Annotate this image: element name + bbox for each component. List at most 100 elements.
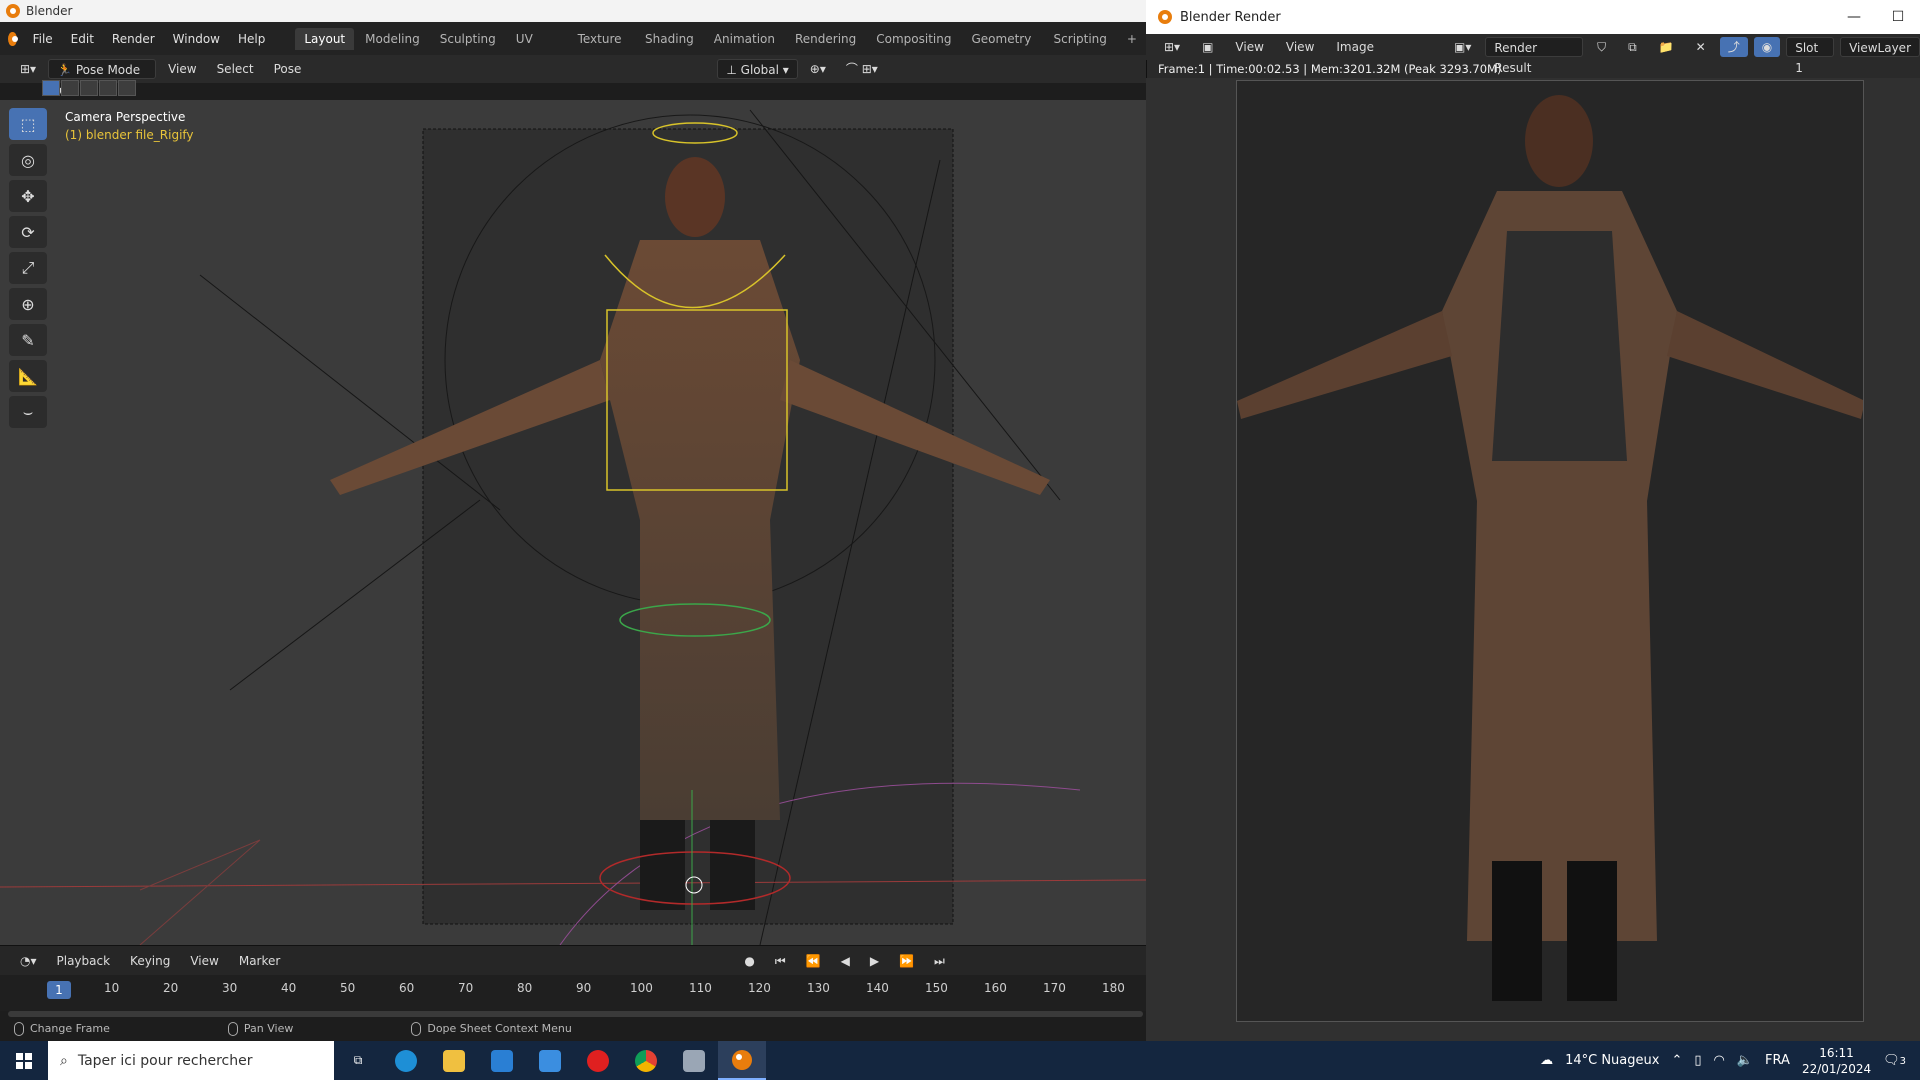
tab-modeling[interactable]: Modeling: [356, 28, 429, 50]
minimize-icon[interactable]: —: [1832, 0, 1876, 34]
cursor-tool-icon[interactable]: ◎: [9, 144, 47, 176]
blender-app[interactable]: [718, 1041, 766, 1080]
tab-uv-editing[interactable]: UV Editing: [507, 28, 567, 68]
tab-texture-paint[interactable]: Texture Paint: [569, 28, 634, 68]
tab-geometry-nodes[interactable]: Geometry Nodes: [962, 28, 1042, 68]
viewport-scene: [0, 109, 1146, 945]
sample-tool-icon[interactable]: ⤴: [1719, 37, 1748, 57]
camera-perspective-label: Camera Perspective: [65, 110, 186, 124]
system-tray: ☁ 14°C Nuageux ⌃ ▯ ◠ 🔈 FRA 16:11 22/01/2…: [1540, 1041, 1920, 1080]
store-app[interactable]: [478, 1041, 526, 1080]
keying-dropdown[interactable]: Keying: [122, 951, 178, 971]
edge-app[interactable]: [382, 1041, 430, 1080]
tab-layout[interactable]: Layout: [295, 27, 355, 50]
menu-help[interactable]: Help: [230, 28, 273, 50]
image-menu[interactable]: Image: [1328, 37, 1382, 57]
snap-icon[interactable]: ⌒ ⊞▾: [838, 59, 886, 79]
weather-text[interactable]: 14°C Nuageux: [1565, 1053, 1659, 1068]
slot-dropdown[interactable]: Slot 1: [1786, 37, 1835, 75]
playback-dropdown[interactable]: Playback: [49, 951, 119, 971]
overlay-icon[interactable]: ◉: [1753, 37, 1781, 57]
play-reverse-icon[interactable]: ◀: [833, 951, 858, 971]
image-editor-type-icon[interactable]: ⊞▾: [1156, 37, 1188, 57]
select-intersect-button[interactable]: [118, 80, 136, 96]
new-image-icon[interactable]: ⧉: [1620, 37, 1645, 57]
select-invert-button[interactable]: [99, 80, 117, 96]
select-subtract-button[interactable]: [80, 80, 98, 96]
menu-view[interactable]: View: [160, 59, 204, 79]
jump-start-icon[interactable]: ⏮: [767, 951, 794, 971]
timeline-view-menu[interactable]: View: [182, 951, 226, 971]
current-frame-indicator[interactable]: 1: [47, 981, 71, 999]
volume-icon[interactable]: 🔈: [1737, 1053, 1753, 1068]
clock[interactable]: 16:11 22/01/2024: [1802, 1045, 1871, 1077]
orientation-dropdown[interactable]: ⊥ Global ▾: [717, 59, 798, 79]
menu-select[interactable]: Select: [209, 59, 262, 79]
mode-dropdown[interactable]: 🏃 Pose Mode ▾: [48, 59, 157, 97]
tab-animation[interactable]: Animation: [705, 28, 784, 50]
mail-app[interactable]: [526, 1041, 574, 1080]
viewport-overlay-text: Camera Perspective (1) blender file_Rigi…: [65, 108, 194, 144]
blender-menu-icon[interactable]: [8, 31, 18, 46]
status-context-menu: Dope Sheet Context Menu: [411, 1022, 572, 1036]
notification-icon[interactable]: 🗨3: [1883, 1053, 1906, 1068]
next-key-icon[interactable]: ⏩: [891, 951, 922, 971]
tab-scripting[interactable]: Scripting: [1045, 28, 1116, 50]
view-layer-dropdown[interactable]: ViewLayer: [1840, 37, 1920, 57]
chrome-app[interactable]: [622, 1041, 670, 1080]
menu-file[interactable]: File: [25, 28, 61, 50]
add-workspace-button[interactable]: +: [1118, 28, 1146, 50]
menu-render[interactable]: Render: [104, 28, 163, 50]
timeline-marker-menu[interactable]: Marker: [231, 951, 288, 971]
tab-compositing[interactable]: Compositing: [867, 28, 960, 50]
unlink-image-icon[interactable]: ✕: [1688, 37, 1714, 57]
explorer-app[interactable]: [430, 1041, 478, 1080]
editor-type-icon[interactable]: ⊞▾: [12, 59, 44, 79]
measure-tool-icon[interactable]: 📐: [9, 360, 47, 392]
transform-tool-icon[interactable]: ⊕: [9, 288, 47, 320]
tray-chevron-icon[interactable]: ⌃: [1671, 1053, 1682, 1068]
jump-end-icon[interactable]: ⏭: [926, 951, 953, 971]
select-new-button[interactable]: [42, 80, 60, 96]
3d-viewport[interactable]: [0, 100, 1146, 945]
opera-app[interactable]: [574, 1041, 622, 1080]
render-result-field[interactable]: Render Result: [1485, 37, 1584, 75]
notification-count: 3: [1899, 1056, 1906, 1067]
start-button[interactable]: [0, 1041, 48, 1080]
annotate-tool-icon[interactable]: ✎: [9, 324, 47, 356]
scale-tool-icon[interactable]: ⤢: [9, 252, 47, 284]
image-mode-icon[interactable]: ▣: [1194, 37, 1221, 57]
open-image-icon[interactable]: 📁: [1651, 37, 1682, 57]
timeline-editor-icon[interactable]: ◔▾: [12, 951, 45, 971]
menu-window[interactable]: Window: [165, 28, 228, 50]
select-extend-button[interactable]: [61, 80, 79, 96]
task-view-button[interactable]: ⧉: [334, 1041, 382, 1080]
utility-app[interactable]: [670, 1041, 718, 1080]
record-icon[interactable]: ●: [736, 951, 762, 971]
pivot-icon[interactable]: ⊕▾: [802, 59, 834, 79]
view-dropdown[interactable]: View: [1227, 37, 1271, 57]
timeline-ruler[interactable]: 10 20 30 40 50 60 70 80 90 100 110 120 1…: [0, 975, 1146, 1011]
menu-pose[interactable]: Pose: [266, 59, 310, 79]
rotate-tool-icon[interactable]: ⟳: [9, 216, 47, 248]
menu-edit[interactable]: Edit: [63, 28, 102, 50]
fake-user-icon[interactable]: ⛉: [1589, 37, 1614, 57]
tick-110: 110: [689, 981, 712, 995]
clock-time: 16:11: [1819, 1045, 1854, 1060]
wifi-icon[interactable]: ◠: [1714, 1053, 1725, 1068]
select-box-tool-icon[interactable]: ⬚: [9, 108, 47, 140]
device-icon[interactable]: ▯: [1694, 1053, 1701, 1068]
image-browse-icon[interactable]: ▣▾: [1446, 37, 1479, 57]
language-indicator[interactable]: FRA: [1765, 1053, 1790, 1068]
maximize-icon[interactable]: ☐: [1876, 0, 1920, 34]
view-menu[interactable]: View: [1278, 37, 1322, 57]
relax-tool-icon[interactable]: ⌣: [9, 396, 47, 428]
render-blender-logo-icon: [1158, 10, 1172, 24]
move-tool-icon[interactable]: ✥: [9, 180, 47, 212]
tab-shading[interactable]: Shading: [636, 28, 703, 50]
tab-rendering[interactable]: Rendering: [786, 28, 865, 50]
prev-key-icon[interactable]: ⏪: [798, 951, 829, 971]
taskbar-search[interactable]: ⌕ Taper ici pour rechercher: [48, 1041, 334, 1080]
play-icon[interactable]: ▶: [862, 951, 887, 971]
tab-sculpting[interactable]: Sculpting: [431, 28, 505, 50]
